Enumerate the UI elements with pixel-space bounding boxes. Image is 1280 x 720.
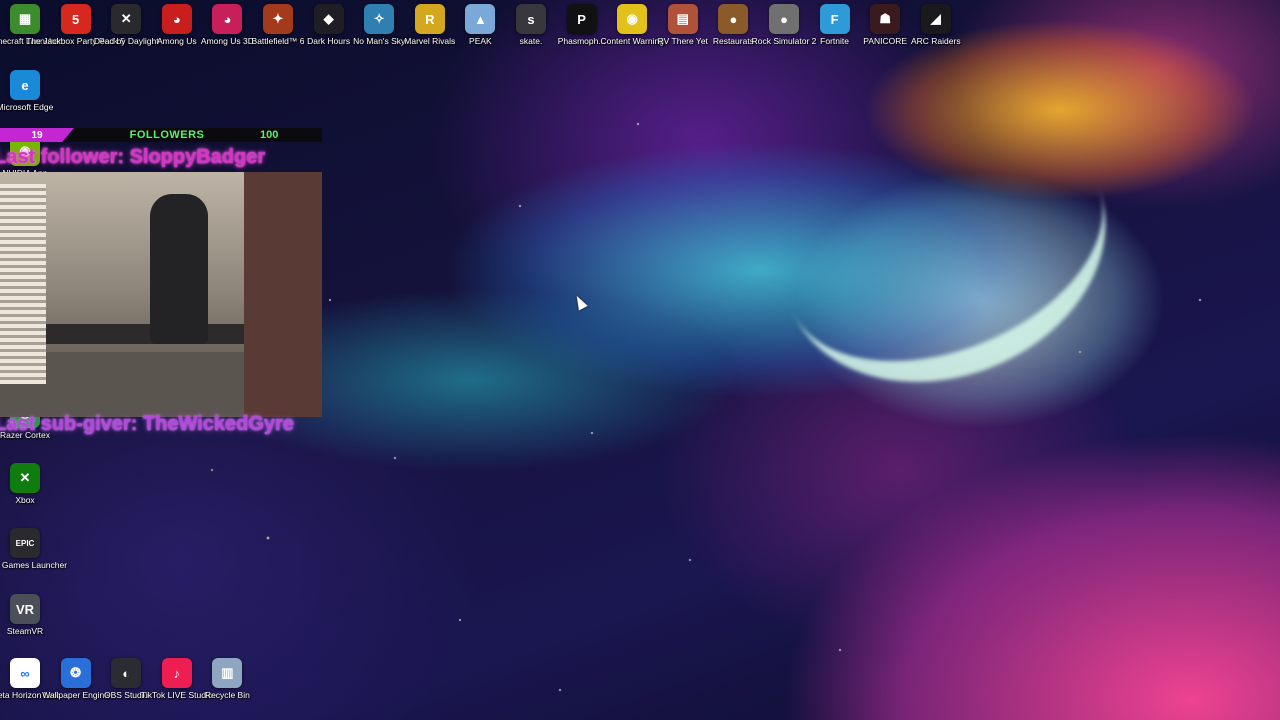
minecraft-icon: ▦ bbox=[10, 4, 40, 34]
desktop-shortcut-label: Phasmoph... bbox=[557, 36, 606, 46]
desktop-shortcut-label: Battlefield™ 6 bbox=[251, 36, 305, 46]
desktop-shortcut-label: Xbox bbox=[15, 495, 35, 505]
epic-games-icon: EPIC bbox=[10, 528, 40, 558]
desktop-shortcut[interactable]: ▤ RV There Yet bbox=[655, 4, 711, 46]
content-warning-icon: ◉ bbox=[617, 4, 648, 34]
desktop-shortcut[interactable]: ❂ Wallpaper Engine bbox=[42, 658, 109, 700]
desktop-shortcut[interactable]: ✕ Dead by Daylight bbox=[94, 4, 159, 46]
follower-goal-bar: 19 FOLLOWERS 100 bbox=[0, 128, 322, 142]
dark-hours-icon: ◆ bbox=[313, 4, 344, 34]
dead-by-daylight-icon: ✕ bbox=[111, 4, 142, 34]
desktop-shortcut[interactable]: ◆ Dark Hours bbox=[301, 4, 357, 46]
desktop-shortcut-label: Epic Games Launcher bbox=[0, 560, 68, 570]
rv-there-yet-icon: ▤ bbox=[667, 4, 698, 34]
desktop-shortcut[interactable]: ◕ Among Us 3D bbox=[199, 4, 255, 46]
peak-icon: ▲ bbox=[465, 4, 496, 34]
desktop-shortcut-label: ARC Raiders bbox=[910, 36, 961, 46]
mouse-cursor-icon bbox=[572, 293, 588, 311]
wallpaper-crescent-moon bbox=[744, 67, 1146, 429]
webcam-desk bbox=[46, 324, 246, 344]
webcam-doorframe bbox=[244, 172, 322, 417]
rock-simulator-icon: ● bbox=[769, 4, 799, 34]
webcam-feed bbox=[0, 172, 322, 417]
xbox-icon: ✕ bbox=[10, 463, 40, 493]
among-us-icon: ◕ bbox=[161, 4, 192, 34]
steamvr-icon: VR bbox=[10, 594, 40, 624]
jackbox-icon: 5 bbox=[60, 4, 91, 34]
desktop-shortcut-label: skate. bbox=[519, 36, 543, 46]
desktop-shortcut[interactable]: ♪ TikTok LIVE Studio bbox=[141, 658, 213, 700]
desktop-shortcut-label: Marvel Rivals bbox=[404, 36, 456, 46]
desktop-shortcut-label: Among Us bbox=[156, 36, 197, 46]
desktop-shortcut-label: Razer Cortex bbox=[0, 430, 51, 440]
desktop-shortcut[interactable]: ✧ No Man's Sky bbox=[351, 4, 407, 46]
marvel-rivals-icon: R bbox=[414, 4, 445, 34]
desktop-shortcut[interactable]: ◢ ARC Raiders bbox=[908, 4, 964, 46]
recycle-bin-icon: ▥ bbox=[212, 658, 243, 688]
skate-icon: s bbox=[516, 4, 546, 34]
among-us-3d-icon: ◕ bbox=[212, 4, 243, 34]
desktop-shortcut-label: Dark Hours bbox=[307, 36, 351, 46]
follower-goal-target: 100 bbox=[260, 129, 279, 141]
desktop-shortcut[interactable]: ✕ Xbox bbox=[0, 463, 53, 505]
desktop-shortcut-label: PANICORE bbox=[863, 36, 908, 46]
no-mans-sky-icon: ✧ bbox=[364, 4, 395, 34]
desktop-shortcut-label: Recycle Bin bbox=[204, 690, 250, 700]
desktop-shortcut[interactable]: ☗ PANICORE bbox=[857, 4, 913, 46]
follower-count: 19 bbox=[0, 128, 74, 142]
wallpaper-engine-icon: ❂ bbox=[60, 658, 91, 688]
desktop-shortcut[interactable]: e Microsoft Edge bbox=[0, 70, 53, 112]
desktop-shortcut[interactable]: ◕ Among Us bbox=[149, 4, 205, 46]
obs-studio-icon: ◐ bbox=[111, 658, 142, 688]
desktop-shortcut[interactable]: ▲ PEAK bbox=[452, 4, 508, 46]
desktop-shortcut[interactable]: VR SteamVR bbox=[0, 594, 53, 636]
desktop-shortcut-label: No Man's Sky bbox=[353, 36, 406, 46]
webcam-person bbox=[150, 194, 208, 344]
battlefield-icon: ✦ bbox=[263, 4, 293, 34]
desktop-shortcut-label: SteamVR bbox=[6, 626, 44, 636]
desktop-shortcut[interactable]: F Fortnite bbox=[807, 4, 863, 46]
desktop-shortcut[interactable]: ▥ Recycle Bin bbox=[199, 658, 255, 700]
desktop-shortcut-label: Restaurats bbox=[712, 36, 754, 46]
desktop-shortcut[interactable]: ◉ Content Warning bbox=[600, 4, 664, 46]
desktop-shortcut[interactable]: s skate. bbox=[503, 4, 559, 46]
desktop-shortcut[interactable]: R Marvel Rivals bbox=[402, 4, 458, 46]
microsoft-edge-icon: e bbox=[10, 70, 40, 100]
desktop-shortcut-label: Microsoft Edge bbox=[0, 102, 54, 112]
arc-raiders-icon: ◢ bbox=[920, 4, 951, 34]
follower-goal-label: FOLLOWERS bbox=[129, 129, 205, 141]
desktop-shortcut[interactable]: ● Rock Simulator 2 bbox=[752, 4, 816, 46]
meta-horizon-icon: ∞ bbox=[10, 658, 40, 688]
desktop-shortcut-label: PEAK bbox=[469, 36, 492, 46]
panicore-icon: ☗ bbox=[870, 4, 901, 34]
desktop-shortcut[interactable]: ✦ Battlefield™ 6 bbox=[250, 4, 306, 46]
webcam-window-blinds bbox=[0, 184, 46, 384]
tiktok-live-icon: ♪ bbox=[161, 658, 192, 688]
desktop-shortcut[interactable]: EPIC Epic Games Launcher bbox=[0, 528, 67, 570]
desktop-shortcut-label: Among Us 3D bbox=[200, 36, 254, 46]
restaurats-icon: ● bbox=[718, 4, 749, 34]
desktop-shortcut-label: RV There Yet bbox=[657, 36, 708, 46]
phasmophobia-icon: P bbox=[566, 4, 597, 34]
desktop-shortcut-label: Fortnite bbox=[820, 36, 849, 46]
fortnite-icon: F bbox=[819, 4, 850, 34]
